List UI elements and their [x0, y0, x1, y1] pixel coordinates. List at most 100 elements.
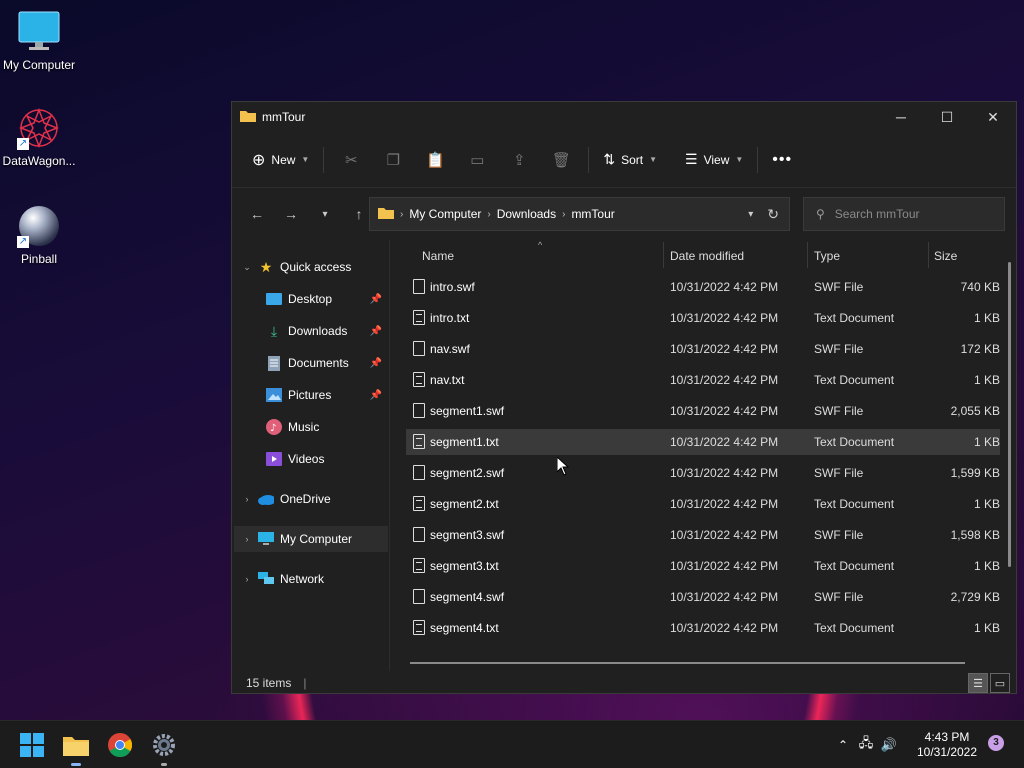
file-type: SWF File: [814, 342, 864, 356]
desktop-icon-label: DataWagon...: [2, 154, 76, 168]
file-size: 1,599 KB: [950, 466, 1000, 480]
sort-label: Sort: [621, 152, 644, 167]
file-icon: [413, 372, 425, 387]
breadcrumb-mmtour[interactable]: mmTour: [571, 207, 614, 221]
file-size: 2,729 KB: [950, 590, 1000, 604]
horizontal-scrollbar[interactable]: [410, 662, 965, 664]
sort-button[interactable]: ⇅ Sort ▼: [595, 144, 665, 176]
sidebar-item-quick-access[interactable]: ⌄ ★ Quick access: [234, 254, 388, 280]
table-row[interactable]: segment4.txt 10/31/2022 4:42 PM Text Docum…: [406, 615, 1000, 641]
sidebar-label: Downloads: [288, 324, 348, 338]
copy-icon[interactable]: ❐: [379, 144, 407, 176]
pin-icon[interactable]: 📌: [370, 326, 382, 337]
pin-icon[interactable]: 📌: [370, 358, 382, 369]
item-count: 15 items: [246, 676, 292, 690]
sidebar-item-desktop[interactable]: Desktop 📌: [234, 286, 388, 312]
table-row[interactable]: segment4.swf 10/31/2022 4:42 PM SWF File 2,…: [406, 584, 1000, 610]
title-bar[interactable]: mmTour ─ ☐ ✕: [232, 102, 1016, 132]
breadcrumb-my-computer[interactable]: My Computer: [409, 207, 481, 221]
sidebar-item-my-computer[interactable]: › My Computer: [234, 526, 388, 552]
desktop-icon-pinball[interactable]: ↗ Pinball: [1, 204, 77, 266]
taskbar-settings[interactable]: [148, 729, 180, 766]
network-status-icon[interactable]: 🖧: [852, 734, 880, 756]
expand-down-icon[interactable]: ⌄: [240, 262, 254, 273]
column-header-type[interactable]: Type: [814, 240, 928, 272]
search-input[interactable]: [834, 207, 985, 221]
notification-badge[interactable]: 3: [988, 735, 1004, 751]
svg-text:♪: ♪: [270, 423, 276, 434]
minimize-button[interactable]: ─: [878, 102, 924, 132]
table-row[interactable]: segment3.swf 10/31/2022 4:42 PM SWF File 1,…: [406, 522, 1000, 548]
details-view-icon[interactable]: ☰: [968, 673, 988, 693]
search-box[interactable]: ⚲: [803, 197, 1005, 231]
cut-icon[interactable]: ✂: [337, 144, 365, 176]
recent-chevron-icon[interactable]: ▾: [310, 199, 340, 229]
taskbar-chrome[interactable]: [104, 729, 136, 761]
sidebar-item-network[interactable]: › Network: [234, 566, 388, 592]
file-size: 740 KB: [960, 280, 1000, 294]
delete-icon[interactable]: 🗑: [547, 144, 575, 176]
taskbar: ⌃ 🖧 🔊 4:43 PM 10/31/2022: [0, 720, 1024, 768]
sidebar-item-documents[interactable]: Documents 📌: [234, 350, 388, 376]
table-row[interactable]: segment2.swf 10/31/2022 4:42 PM SWF File 1,…: [406, 460, 1000, 486]
new-button[interactable]: ⊕ New ▼: [244, 144, 317, 176]
column-header-date[interactable]: Date modified: [670, 240, 806, 272]
sidebar-item-music[interactable]: ♪ Music: [234, 414, 388, 440]
expand-right-icon[interactable]: ›: [240, 494, 254, 504]
cloud-icon: [258, 491, 274, 507]
forward-arrow-icon[interactable]: →: [276, 199, 306, 229]
sidebar-item-pictures[interactable]: Pictures 📌: [234, 382, 388, 408]
volume-icon[interactable]: 🔊: [880, 737, 898, 753]
table-row[interactable]: segment3.txt 10/31/2022 4:42 PM Text Docum…: [406, 553, 1000, 579]
file-name: segment1.txt: [430, 435, 499, 449]
pin-icon[interactable]: 📌: [370, 390, 382, 401]
table-row[interactable]: segment1.swf 10/31/2022 4:42 PM SWF File 2,…: [406, 398, 1000, 424]
maximize-button[interactable]: ☐: [924, 102, 970, 132]
chevron-right-icon: ›: [400, 208, 404, 220]
file-type: SWF File: [814, 280, 864, 294]
sidebar-item-downloads[interactable]: ⤓ Downloads 📌: [234, 318, 388, 344]
breadcrumb-downloads[interactable]: Downloads: [497, 207, 556, 221]
chevron-up-icon[interactable]: ⌃: [834, 738, 852, 752]
file-name: nav.swf: [430, 342, 470, 356]
close-button[interactable]: ✕: [970, 102, 1016, 132]
rename-icon[interactable]: ▭: [463, 144, 491, 176]
clock-date: 10/31/2022: [916, 745, 978, 759]
desktop-icon-my-computer[interactable]: My Computer: [1, 10, 77, 72]
table-row[interactable]: intro.swf 10/31/2022 4:42 PM SWF File 740 K…: [406, 274, 1000, 300]
address-bar[interactable]: › My Computer › Downloads › mmTour ▾ ↻: [369, 197, 790, 231]
table-row[interactable]: intro.txt 10/31/2022 4:42 PM Text Document…: [406, 305, 1000, 331]
table-row[interactable]: segment2.txt 10/31/2022 4:42 PM Text Docum…: [406, 491, 1000, 517]
table-row[interactable]: nav.txt 10/31/2022 4:42 PM Text Document 1 …: [406, 367, 1000, 393]
table-row[interactable]: nav.swf 10/31/2022 4:42 PM SWF File 172 KB: [406, 336, 1000, 362]
file-date: 10/31/2022 4:42 PM: [670, 404, 779, 418]
taskbar-file-explorer[interactable]: [60, 729, 92, 766]
sidebar-item-onedrive[interactable]: › OneDrive: [234, 486, 388, 512]
desktop-icon-label: My Computer: [2, 58, 76, 72]
chevron-down-icon[interactable]: ▾: [748, 209, 753, 220]
more-options-button[interactable]: •••: [764, 144, 800, 176]
vertical-scrollbar[interactable]: [1008, 262, 1011, 567]
column-header-size[interactable]: Size: [934, 240, 1004, 272]
pin-icon[interactable]: 📌: [370, 294, 382, 305]
view-button[interactable]: ☰ View ▼: [677, 144, 751, 176]
start-button[interactable]: [16, 729, 48, 761]
file-size: 2,055 KB: [950, 404, 1000, 418]
expand-right-icon[interactable]: ›: [240, 574, 254, 584]
sidebar-item-videos[interactable]: Videos: [234, 446, 388, 472]
column-header-name[interactable]: Name: [422, 240, 662, 272]
refresh-icon[interactable]: ↻: [767, 206, 779, 223]
share-icon[interactable]: ⇪: [505, 144, 533, 176]
file-size: 172 KB: [960, 342, 1000, 356]
file-size: 1,598 KB: [950, 528, 1000, 542]
clock[interactable]: 4:43 PM 10/31/2022: [912, 730, 982, 760]
back-arrow-icon[interactable]: ←: [242, 199, 272, 229]
file-size: 1 KB: [973, 435, 1000, 449]
file-date: 10/31/2022 4:42 PM: [670, 342, 779, 356]
desktop-icon-datawagon[interactable]: ↗ DataWagon...: [1, 106, 77, 168]
paste-icon[interactable]: 📋: [421, 144, 449, 176]
tiles-view-icon[interactable]: ▭: [990, 673, 1010, 693]
expand-right-icon[interactable]: ›: [240, 534, 254, 544]
file-name: segment3.swf: [430, 528, 505, 542]
table-row[interactable]: segment1.txt 10/31/2022 4:42 PM Text Docum…: [406, 429, 1000, 455]
